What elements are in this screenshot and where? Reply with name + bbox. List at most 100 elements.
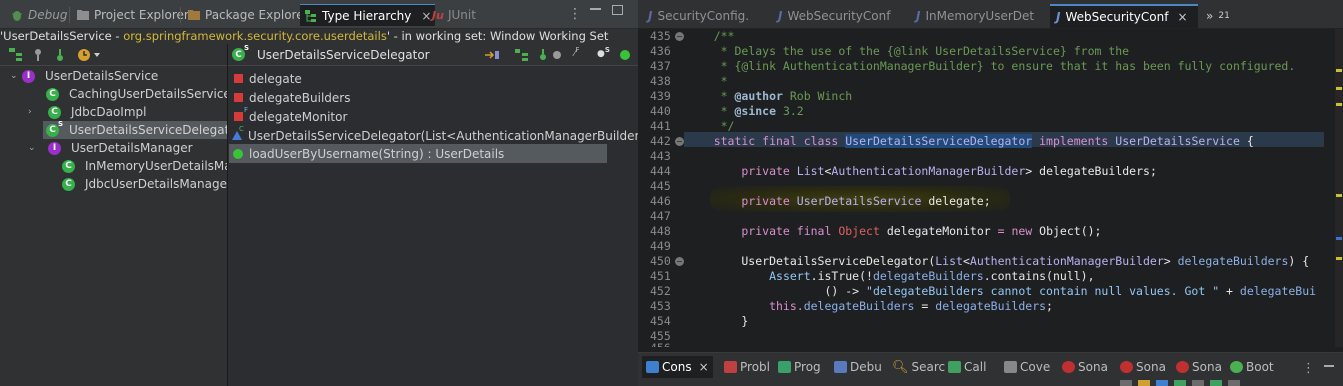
- line-number: 444: [650, 164, 671, 178]
- editor-tab-overflow[interactable]: » 21: [1200, 4, 1240, 28]
- type-tree: ⌄ I UserDetailsService C CachingUserDeta…: [0, 66, 245, 386]
- toolbar-icon[interactable]: [1120, 380, 1132, 386]
- maximize-icon[interactable]: [612, 5, 623, 15]
- tree-node-user-details-service[interactable]: ⌄ I UserDetailsService: [10, 67, 158, 85]
- tree-node-jdbc-user-details-manager[interactable]: C JdbcUserDetailsManager: [62, 175, 232, 193]
- member-delegate-builders[interactable]: delegateBuilders: [234, 88, 350, 107]
- tree-node-caching-user-details-service[interactable]: C CachingUserDetailsService: [46, 85, 231, 103]
- occurrence-marker[interactable]: [1336, 257, 1342, 260]
- tab-project-explorer[interactable]: Project Explorer: [72, 4, 193, 26]
- tab-boot-dashboard[interactable]: Boot: [1230, 356, 1274, 378]
- private-final-field-icon: F: [234, 106, 248, 121]
- fold-collapse-icon[interactable]: −: [675, 257, 684, 266]
- line-number: 448: [650, 224, 671, 238]
- minimize-icon[interactable]: [590, 8, 601, 10]
- tab-sonar-1[interactable]: Sona: [1062, 356, 1108, 378]
- close-icon[interactable]: ×: [699, 360, 709, 374]
- editor-tab-in-memory-user-det[interactable]: J InMemoryUserDet: [910, 4, 1048, 28]
- line-number: 442: [650, 134, 671, 148]
- tab-problems[interactable]: Probl: [724, 356, 770, 378]
- code-line-442: static final class UserDetailsServiceDel…: [686, 134, 1254, 148]
- view-menu-icon[interactable]: ⋮: [568, 7, 582, 21]
- history-dropdown-button[interactable]: [76, 47, 102, 63]
- chevron-down-icon[interactable]: ⌄: [28, 143, 36, 153]
- lock-view-button[interactable]: [484, 48, 500, 65]
- coverage-icon: [1004, 361, 1017, 373]
- tab-progress[interactable]: Prog: [778, 356, 821, 378]
- member-delegate[interactable]: delegate: [234, 69, 302, 88]
- toolbar-icon[interactable]: [1210, 380, 1222, 386]
- tab-console[interactable]: Cons ×: [642, 356, 713, 378]
- line-number: 445: [650, 179, 671, 193]
- tab-debug-view[interactable]: Debu: [834, 356, 882, 378]
- tree-node-label: InMemoryUserDetailsMan: [85, 159, 240, 173]
- tab-coverage[interactable]: Cove: [1004, 356, 1050, 378]
- hide-non-public-button[interactable]: ●S: [597, 46, 610, 59]
- view-menu-icon[interactable]: ⋮: [1302, 361, 1315, 376]
- private-field-icon: [234, 74, 243, 83]
- tab-package-explorer-label: Package Explorer: [205, 8, 309, 22]
- minimize-icon[interactable]: [1324, 365, 1334, 367]
- subtype-hierarchy-button[interactable]: [52, 47, 68, 63]
- toolbar-icon[interactable]: [1174, 380, 1186, 386]
- info-package-link[interactable]: org.springframework.security.core.userde…: [123, 29, 387, 43]
- line-number: 440: [650, 104, 671, 118]
- tab-sonar-3[interactable]: Sona: [1176, 356, 1222, 378]
- tab-search[interactable]: 🔍︎ Searc: [892, 356, 945, 378]
- toolbar-icon[interactable]: [1192, 380, 1204, 386]
- tab-sonar-2[interactable]: Sona: [1120, 356, 1166, 378]
- code-editor[interactable]: 435 436 437 438 439 440 441 442 443 444 …: [638, 29, 1335, 347]
- member-load-user-by-username[interactable]: loadUserByUsername(String) : UserDetails: [229, 144, 607, 163]
- occurrence-marker[interactable]: [1336, 237, 1342, 240]
- chevron-down-icon[interactable]: ⌄: [10, 71, 18, 81]
- editor-overview-ruler[interactable]: [1335, 29, 1343, 347]
- toolbar-icon[interactable]: [1138, 380, 1150, 386]
- editor-tab-label: InMemoryUserDet: [925, 9, 1035, 23]
- tab-label: Boot: [1246, 360, 1274, 374]
- editor-tab-security-config[interactable]: J SecurityConfig.: [642, 4, 768, 28]
- tree-node-user-details-manager[interactable]: ⌄ I UserDetailsManager: [28, 139, 193, 157]
- tree-node-in-memory-user-details-manager[interactable]: C InMemoryUserDetailsMan: [62, 157, 239, 175]
- line-number: 454: [650, 314, 671, 328]
- editor-tab-web-security-conf-1[interactable]: J WebSecurityConf: [772, 4, 902, 28]
- member-constructor[interactable]: C UserDetailsServiceDelegator(List<Authe…: [232, 125, 654, 145]
- code-line-437: * {@link AuthenticationManagerBuilder} t…: [686, 59, 1296, 73]
- tab-label: Cove: [1020, 360, 1051, 374]
- show-type-hierarchy-button[interactable]: [8, 47, 24, 63]
- sonar-icon: [1062, 361, 1075, 373]
- code-line-440: * @since 3.2: [686, 104, 804, 118]
- code-line-453: this.delegateBuilders = delegateBuilders…: [686, 299, 1053, 313]
- editor-tab-web-security-conf-active[interactable]: J WebSecurityConf ×: [1050, 4, 1198, 28]
- show-inherited-button[interactable]: [514, 48, 530, 65]
- overflow-icon: »: [1206, 9, 1214, 23]
- hierarchy-icon: [304, 9, 318, 23]
- tree-node-user-details-service-delegator[interactable]: CS UserDetailsServiceDelegator: [43, 120, 245, 139]
- toolbar-icon[interactable]: [1156, 380, 1168, 386]
- tab-junit[interactable]: Ju JUnit: [428, 4, 480, 26]
- code-line-446: private UserDetailsService delegate;: [686, 194, 991, 208]
- tab-package-explorer[interactable]: Package Explorer: [183, 4, 313, 26]
- tab-call-hierarchy[interactable]: Call: [948, 356, 986, 378]
- tab-debug[interactable]: Debug: [6, 4, 71, 26]
- member-delegate-monitor[interactable]: F delegateMonitor: [234, 106, 347, 126]
- chevron-right-icon[interactable]: ›: [28, 107, 36, 117]
- toolbar-icon[interactable]: [1228, 380, 1240, 386]
- line-number: 451: [650, 269, 671, 283]
- tab-separator: [180, 7, 181, 23]
- occurrence-marker[interactable]: [1336, 194, 1342, 197]
- hide-fields-button[interactable]: [550, 48, 566, 65]
- close-icon[interactable]: ×: [1177, 10, 1187, 24]
- public-members-icon[interactable]: [620, 50, 630, 60]
- member-label: delegate: [249, 71, 302, 86]
- occurrence-marker[interactable]: [1336, 103, 1342, 106]
- member-list-header: CS UserDetailsServiceDelegator ⁄F ●S: [228, 44, 639, 66]
- fold-collapse-icon[interactable]: −: [675, 32, 684, 41]
- supertype-hierarchy-button[interactable]: [30, 47, 46, 63]
- occurrence-marker[interactable]: [1336, 87, 1342, 90]
- hide-static-button[interactable]: ⁄F: [574, 46, 580, 59]
- fold-collapse-icon[interactable]: −: [675, 137, 684, 146]
- tree-node-jdbc-dao-impl[interactable]: › C JdbcDaoImpl: [28, 103, 147, 121]
- occurrence-marker[interactable]: [1336, 69, 1342, 72]
- tab-type-hierarchy[interactable]: Type Hierarchy ×: [300, 4, 436, 26]
- code-line-454: }: [686, 314, 749, 328]
